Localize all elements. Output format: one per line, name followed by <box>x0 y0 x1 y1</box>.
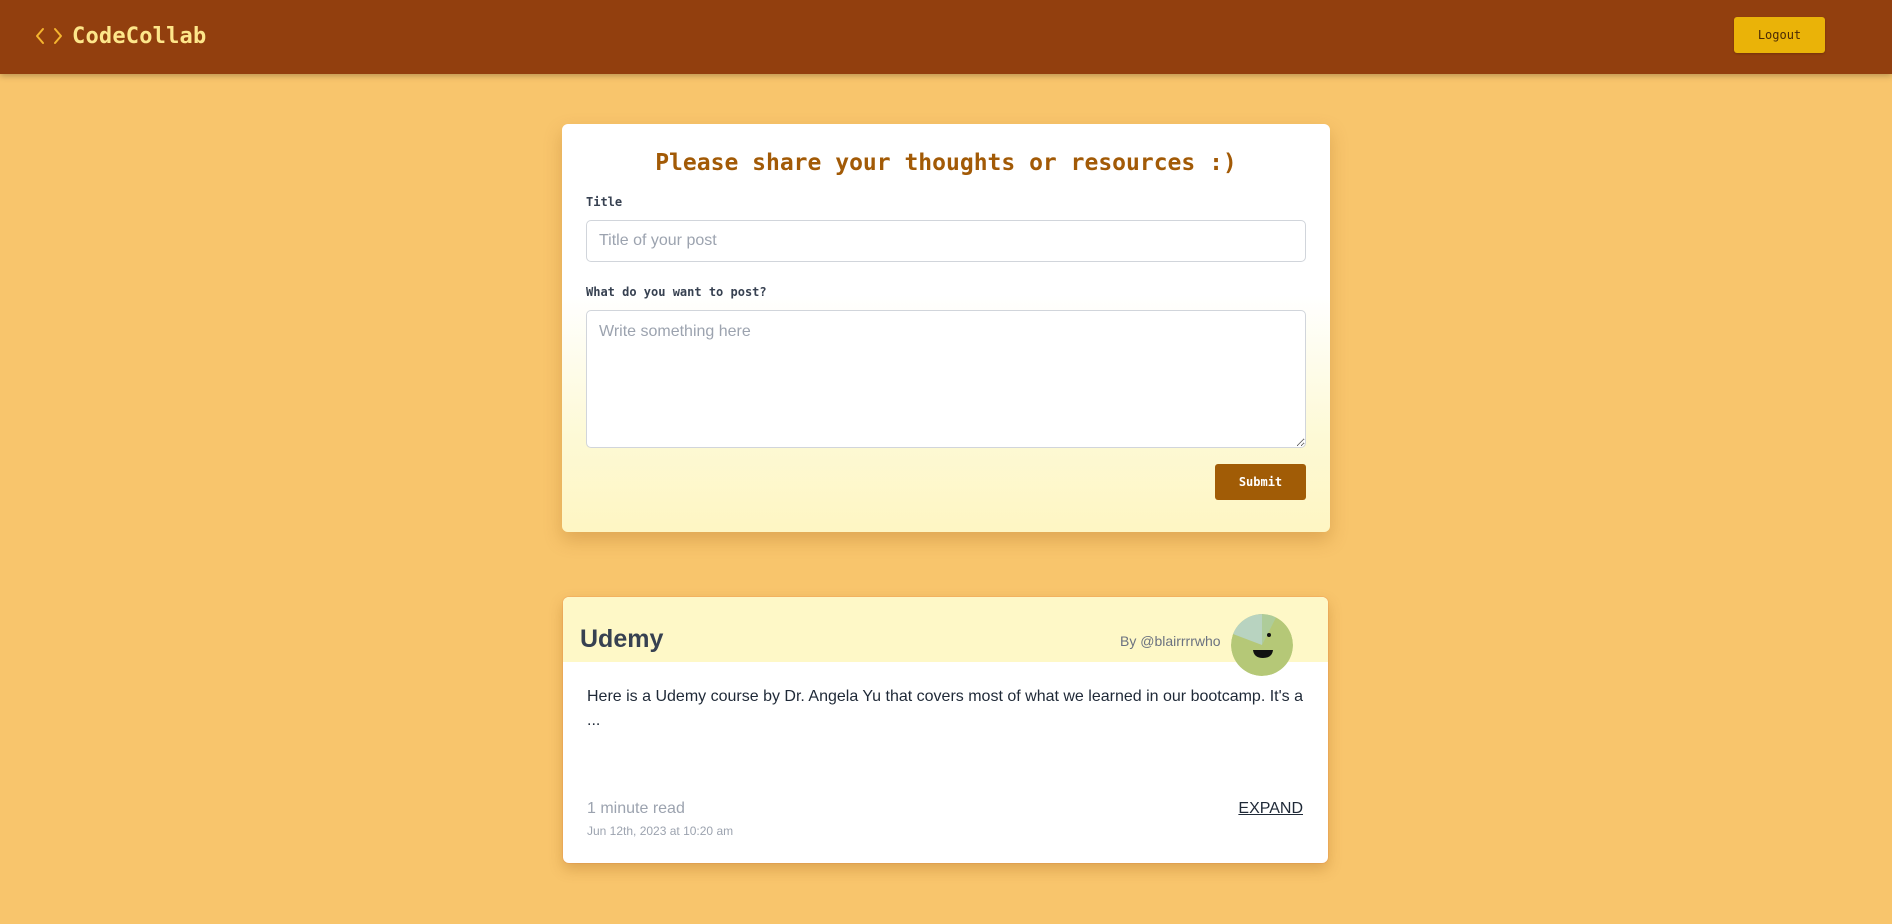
new-post-form: Please share your thoughts or resources … <box>562 124 1330 532</box>
post-date: Jun 12th, 2023 at 10:20 am <box>587 824 734 838</box>
post-author: By @blairrrrwho <box>1120 633 1221 649</box>
title-label: Title <box>586 195 623 209</box>
expand-link[interactable]: EXPAND <box>1238 800 1303 818</box>
post-body-textarea[interactable] <box>586 310 1306 448</box>
smiley-avatar-icon <box>1231 614 1293 676</box>
brand[interactable]: CodeCollab <box>34 21 206 51</box>
logout-button[interactable]: Logout <box>1734 17 1825 53</box>
post-card: Udemy By @blairrrrwho Here is a Udemy co… <box>563 597 1328 863</box>
submit-button[interactable]: Submit <box>1215 464 1306 500</box>
code-brackets-icon <box>34 27 64 45</box>
form-heading: Please share your thoughts or resources … <box>655 150 1237 176</box>
post-card-header: Udemy By @blairrrrwho <box>563 597 1328 662</box>
read-time: 1 minute read <box>587 800 685 817</box>
post-title: Udemy <box>580 625 664 653</box>
post-excerpt: Here is a Udemy course by Dr. Angela Yu … <box>587 688 1304 729</box>
body-label: What do you want to post? <box>586 285 767 299</box>
brand-name: CodeCollab <box>72 23 207 49</box>
navbar: CodeCollab Logout <box>0 0 1892 74</box>
title-input[interactable] <box>586 220 1306 262</box>
